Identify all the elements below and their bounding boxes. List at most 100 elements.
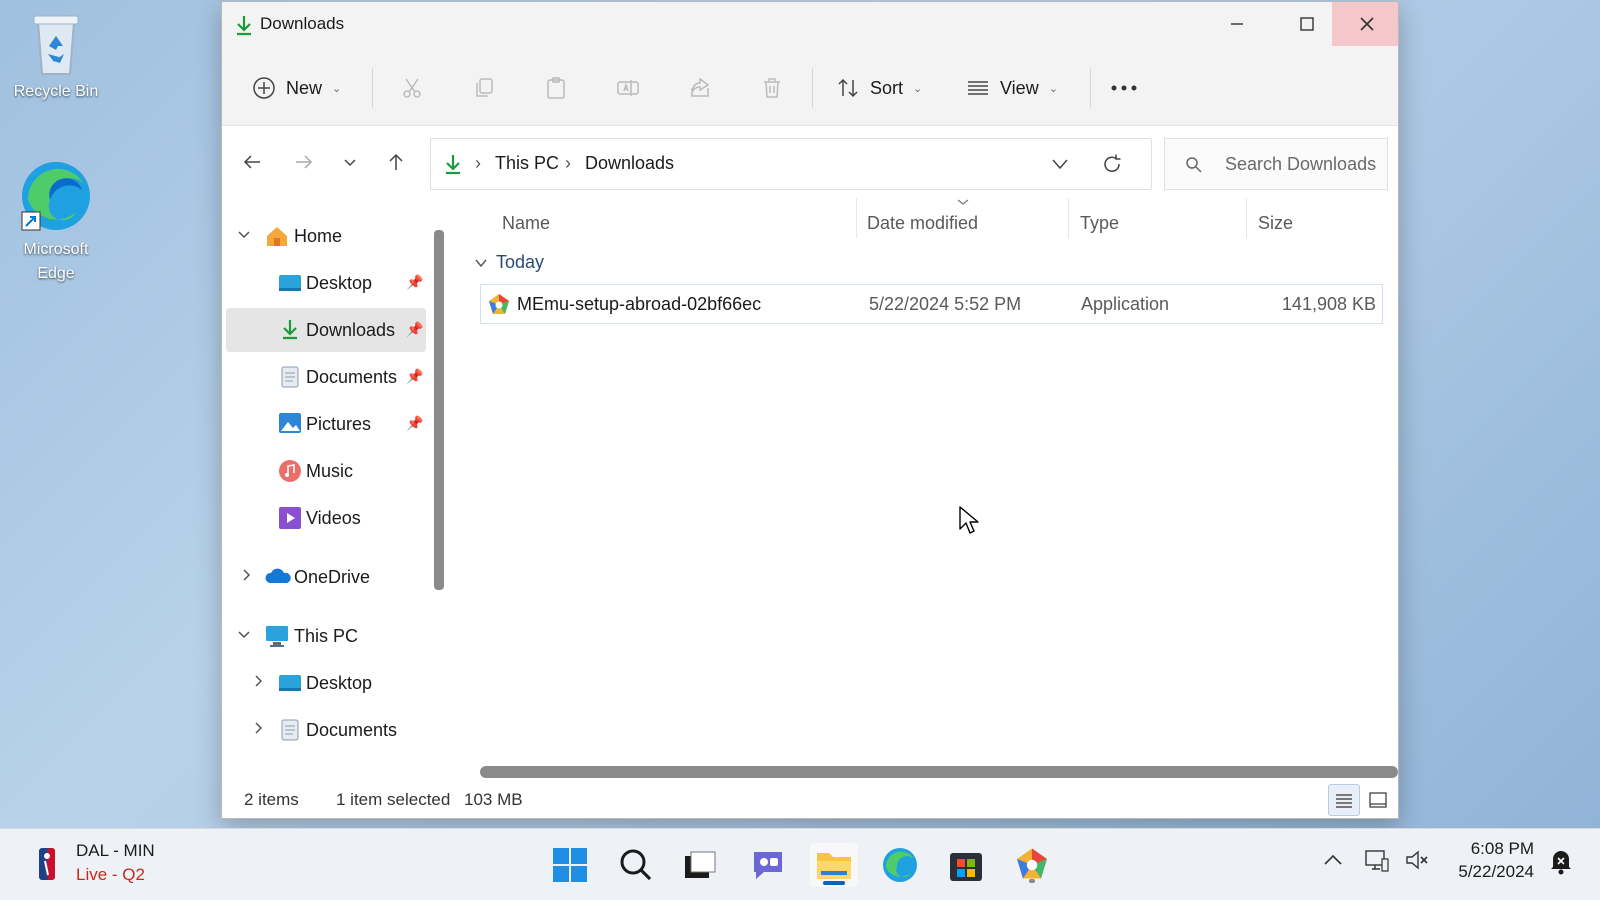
taskbar: DAL - MIN Live - Q2 6:08 PM 5/22/2024	[0, 828, 1600, 900]
address-bar[interactable]: › This PC › Downloads	[430, 138, 1152, 190]
pin-icon[interactable]: 📌	[406, 415, 423, 432]
documents-icon	[280, 718, 300, 747]
sidebar-label: Documents	[306, 367, 398, 387]
title-bar[interactable]: Downloads	[222, 2, 1398, 46]
maximize-icon	[1300, 17, 1314, 31]
horizontal-scrollbar[interactable]	[480, 766, 1398, 778]
documents-icon	[280, 365, 300, 394]
copy-icon	[476, 78, 493, 97]
table-row[interactable]: MEmu-setup-abroad-02bf66ec 5/22/2024 5:5…	[480, 284, 1383, 324]
forward-button[interactable]	[288, 146, 320, 178]
view-lines-icon	[968, 81, 988, 95]
memu-taskbar-button[interactable]	[1008, 843, 1056, 887]
sidebar-item-documents[interactable]: Documents 📌	[226, 355, 426, 399]
plus-circle-icon	[253, 77, 275, 99]
chevron-up-icon	[1324, 854, 1342, 865]
edge-icon	[21, 162, 90, 231]
chevron-right-icon: ›	[565, 153, 571, 173]
clock[interactable]: 6:08 PM 5/22/2024	[1444, 839, 1534, 882]
minimize-button[interactable]	[1202, 2, 1272, 46]
sports-widget[interactable]: DAL - MIN Live - Q2	[30, 841, 230, 889]
chevron-down-icon: ⌄	[1048, 82, 1058, 95]
sidebar-item-pc-documents[interactable]: Documents	[226, 708, 426, 752]
close-button[interactable]	[1332, 2, 1398, 46]
address-dropdown-icon[interactable]	[1051, 157, 1069, 171]
sort-label: Sort	[870, 77, 904, 98]
file-type: Application	[1081, 294, 1170, 314]
pin-icon[interactable]: 📌	[406, 368, 423, 385]
sort-button[interactable]: Sort ⌄	[836, 70, 922, 106]
arrow-right-icon	[296, 155, 313, 169]
breadcrumb-downloads[interactable]: Downloads	[585, 153, 674, 174]
download-icon	[280, 318, 300, 345]
expand-chevron-icon[interactable]	[238, 567, 254, 588]
refresh-icon[interactable]	[1101, 153, 1123, 175]
edge-taskbar-button[interactable]	[876, 843, 924, 887]
search-button[interactable]	[612, 843, 660, 887]
chat-button[interactable]	[744, 843, 792, 887]
sidebar-item-this-pc[interactable]: This PC	[226, 614, 426, 658]
sidebar-item-videos[interactable]: Videos	[226, 496, 426, 540]
search-box[interactable]: Search Downloads	[1164, 138, 1388, 190]
notification-bell-icon	[1551, 851, 1571, 875]
sidebar-item-pictures[interactable]: Pictures 📌	[226, 402, 426, 446]
paste-button[interactable]	[540, 72, 572, 104]
share-button[interactable]	[684, 72, 716, 104]
expand-chevron-icon[interactable]	[250, 720, 266, 741]
sort-indicator-icon	[957, 199, 969, 205]
view-button[interactable]: View ⌄	[966, 70, 1058, 106]
column-header-date-modified[interactable]: Date modified	[867, 213, 978, 234]
divider	[856, 198, 857, 238]
expand-chevron-icon[interactable]	[236, 626, 252, 647]
expand-chevron-icon[interactable]	[236, 226, 252, 247]
desktop-recycle-bin[interactable]: Recycle Bin	[6, 10, 106, 104]
file-size: 141,908 KB	[1281, 294, 1376, 314]
cut-button[interactable]	[396, 72, 428, 104]
sidebar-item-pc-desktop[interactable]: Desktop	[226, 661, 426, 705]
up-button[interactable]	[380, 146, 412, 178]
column-header-size[interactable]: Size	[1258, 213, 1293, 234]
sidebar-item-home[interactable]: Home	[226, 214, 426, 258]
pin-icon[interactable]: 📌	[406, 321, 423, 338]
new-button[interactable]: New ⌄	[252, 70, 341, 106]
sidebar-item-music[interactable]: Music	[226, 449, 426, 493]
delete-button[interactable]	[756, 72, 788, 104]
column-header-type[interactable]: Type	[1080, 213, 1119, 234]
close-icon	[1360, 17, 1374, 31]
pin-icon[interactable]: 📌	[406, 274, 423, 291]
more-options-button[interactable]	[1108, 72, 1140, 104]
show-hidden-icons-button[interactable]	[1322, 849, 1344, 876]
breadcrumb-this-pc[interactable]: This PC	[495, 153, 559, 174]
back-button[interactable]	[236, 146, 268, 178]
music-icon	[278, 459, 302, 488]
volume-button[interactable]	[1404, 847, 1430, 878]
sidebar-label: This PC	[294, 626, 359, 646]
chevron-down-icon: ⌄	[332, 82, 342, 95]
search-icon	[620, 849, 652, 881]
file-explorer-taskbar-button[interactable]	[810, 843, 858, 887]
store-taskbar-button[interactable]	[942, 843, 990, 887]
tiles-view-button[interactable]	[1362, 784, 1394, 816]
details-view-button[interactable]	[1328, 784, 1360, 816]
sidebar-scrollbar[interactable]	[434, 230, 444, 590]
column-header-name[interactable]: Name	[502, 213, 550, 234]
notifications-button[interactable]	[1548, 847, 1574, 880]
start-button[interactable]	[546, 843, 594, 887]
expand-chevron-icon[interactable]	[250, 673, 266, 694]
status-bar: 2 items 1 item selected 103 MB	[222, 780, 1398, 818]
this-pc-icon	[264, 624, 290, 653]
divider	[812, 68, 813, 108]
sidebar-item-onedrive[interactable]: OneDrive	[226, 555, 426, 599]
copy-button[interactable]	[468, 72, 500, 104]
sidebar-item-downloads[interactable]: Downloads 📌	[226, 308, 426, 352]
rename-button[interactable]	[612, 72, 644, 104]
cut-icon	[403, 78, 421, 98]
desktop-edge[interactable]: Microsoft Edge	[6, 160, 106, 286]
minimize-icon	[1231, 23, 1243, 25]
network-button[interactable]	[1364, 847, 1390, 878]
task-view-button[interactable]	[676, 843, 724, 887]
group-header-today[interactable]: Today	[474, 252, 544, 273]
recent-locations-button[interactable]	[334, 146, 366, 178]
details-view-icon	[1336, 794, 1352, 808]
sidebar-item-desktop[interactable]: Desktop 📌	[226, 261, 426, 305]
